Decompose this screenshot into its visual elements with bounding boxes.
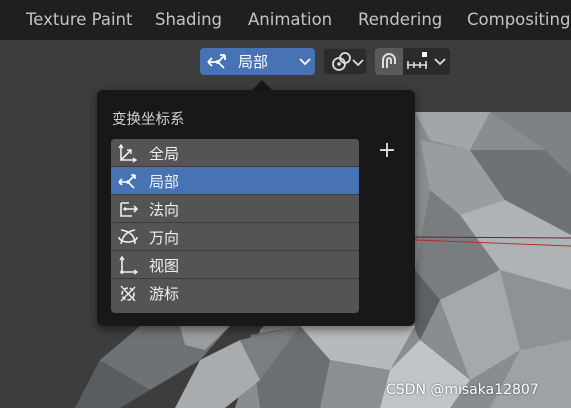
- normal-axes-icon: [120, 202, 139, 217]
- tab-texture-paint[interactable]: Texture Paint: [26, 0, 132, 40]
- orientation-item-normal[interactable]: 法向: [111, 195, 359, 223]
- orientation-item-label: 全局: [149, 145, 180, 163]
- menu-title: 变换坐标系: [112, 112, 185, 128]
- orientation-item-gimbal[interactable]: 万向: [111, 223, 359, 251]
- chevron-down-icon: [299, 58, 311, 66]
- local-axes-icon: [118, 174, 136, 189]
- view-axes-icon: [119, 255, 139, 275]
- orientation-item-view[interactable]: 视图: [111, 251, 359, 279]
- gimbal-icon: [118, 229, 138, 245]
- tab-compositing[interactable]: Compositing: [467, 0, 570, 40]
- orientation-item-global[interactable]: 全局: [111, 139, 359, 167]
- add-orientation-button[interactable]: +: [376, 140, 398, 162]
- snap-toggle[interactable]: [375, 48, 403, 75]
- orientation-list: 全局 局部 法向 万向 视图 游标: [111, 139, 359, 313]
- transform-orientation-menu: 变换坐标系 + 全局 局部 法向 万向 视图 游标: [97, 90, 415, 326]
- pivot-icon: [332, 52, 351, 71]
- snap-target-dropdown[interactable]: [403, 48, 450, 75]
- watermark-text: CSDN @misaka12807: [386, 382, 539, 398]
- workspace-tabs-bar: Texture Paint Shading Animation Renderin…: [0, 0, 571, 40]
- orientation-item-cursor[interactable]: 游标: [111, 279, 359, 307]
- snap-increment-icon: [407, 52, 427, 69]
- menu-pointer: [252, 80, 272, 90]
- chevron-down-icon: [352, 59, 364, 67]
- global-axes-icon: [118, 143, 138, 163]
- orientation-item-label: 局部: [149, 173, 180, 191]
- snap-magnet-icon: [382, 53, 396, 68]
- orientation-item-label: 万向: [149, 229, 180, 247]
- chevron-down-icon: [434, 58, 446, 66]
- tab-shading[interactable]: Shading: [155, 0, 222, 40]
- orientation-item-local[interactable]: 局部: [111, 167, 359, 195]
- orientation-value: 局部: [238, 53, 269, 71]
- tab-rendering[interactable]: Rendering: [358, 0, 442, 40]
- orientation-item-label: 视图: [149, 257, 180, 275]
- pivot-point-dropdown[interactable]: [323, 48, 367, 75]
- orientation-item-label: 法向: [149, 201, 180, 219]
- orientation-item-label: 游标: [149, 285, 180, 303]
- tab-animation[interactable]: Animation: [248, 0, 332, 40]
- local-axes-icon: [207, 54, 226, 69]
- transform-orientation-dropdown[interactable]: 局部: [200, 48, 315, 75]
- cursor-axes-icon: [120, 285, 136, 302]
